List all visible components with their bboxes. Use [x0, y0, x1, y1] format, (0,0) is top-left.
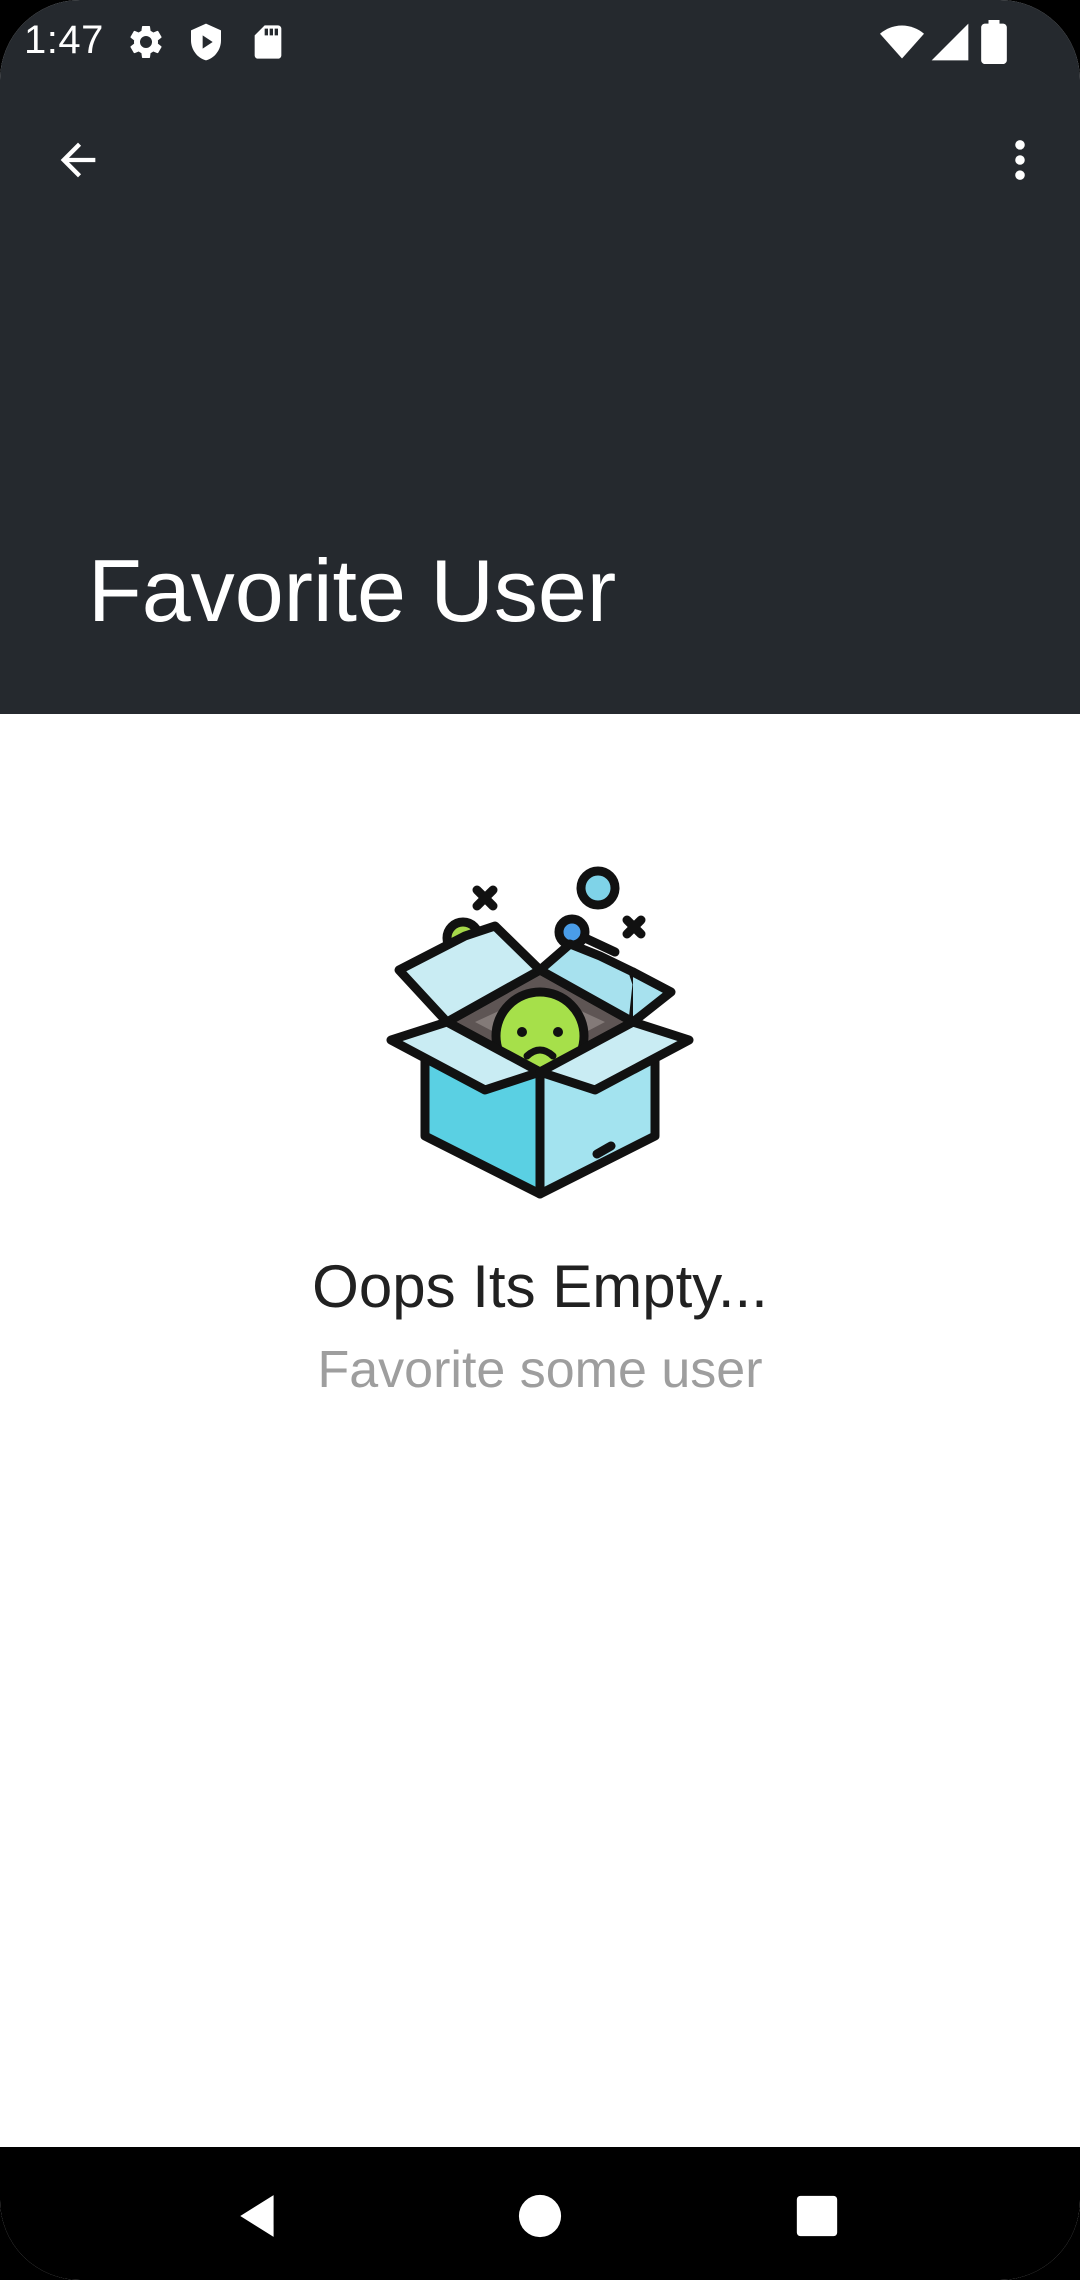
system-navigation-bar — [0, 2147, 1080, 2280]
status-time: 1:47 — [24, 18, 104, 62]
sd-card-icon — [248, 22, 288, 62]
back-button[interactable] — [38, 120, 118, 200]
empty-state-subtitle: Favorite some user — [317, 1341, 763, 1399]
wifi-icon — [880, 20, 924, 64]
nav-back-button[interactable] — [214, 2171, 304, 2261]
screen: 1:47 Favorite User Oops Its Empty... Fav… — [0, 0, 1080, 2280]
arrow-back-icon — [60, 142, 96, 178]
status-bar: 1:47 — [0, 0, 1080, 88]
nav-recents-button[interactable] — [772, 2171, 862, 2261]
more-options-button[interactable] — [980, 120, 1060, 200]
battery-icon — [978, 20, 1010, 64]
shield-icon — [186, 22, 226, 62]
app-header: 1:47 Favorite User — [0, 0, 1080, 714]
settings-icon — [126, 22, 166, 62]
home-circle-icon — [518, 2194, 562, 2238]
cellular-signal-icon — [928, 20, 972, 64]
nav-home-button[interactable] — [495, 2171, 585, 2261]
back-triangle-icon — [240, 2195, 274, 2237]
more-vert-icon — [1015, 140, 1025, 180]
empty-state-title: Oops Its Empty... — [312, 1253, 768, 1320]
empty-box-illustration — [385, 860, 695, 1200]
page-title: Favorite User — [88, 541, 617, 640]
recents-square-icon — [796, 2195, 838, 2237]
